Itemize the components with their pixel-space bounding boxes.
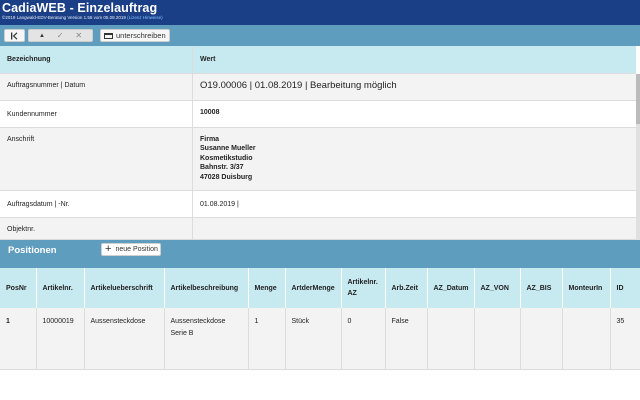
detail-row-address: Anschrift Firma Susanne Mueller Kosmetik… (0, 128, 636, 191)
address-value: Firma Susanne Mueller Kosmetikstudio Bah… (193, 128, 636, 190)
detail-row-object-number: Objektnr. (0, 218, 636, 240)
detail-label: Auftragsnummer | Datum (0, 74, 193, 100)
detail-label: Objektnr. (0, 218, 193, 239)
cell-id: 35 (610, 308, 640, 370)
col-artikelnr-az[interactable]: Artikelnr. AZ (341, 268, 386, 308)
version-info: ©2019 Langwald-EDV-Beratung Version 1.56… (2, 15, 163, 20)
cell-artikelnr: 10000019 (36, 308, 85, 370)
cell-monteurin (562, 308, 611, 370)
cell-artdermenge: Stück (285, 308, 342, 370)
sign-button[interactable]: unterschreiben (100, 29, 170, 42)
first-page-icon (11, 31, 18, 40)
app-title: CadiaWEB - Einzelauftrag (2, 1, 158, 15)
plus-icon: + (105, 243, 112, 255)
address-line: Kosmetikstudio (200, 154, 253, 162)
col-posnr[interactable]: PosNr (0, 268, 37, 308)
col-arbzeit[interactable]: Arb.Zeit (385, 268, 428, 308)
header-bezeichnung: Bezeichnung (0, 46, 193, 73)
toolbar: ▲ ✓ ✕ unterschreiben (0, 25, 640, 46)
new-position-button[interactable]: + neue Position (101, 243, 161, 256)
detail-row-order-date: Auftragsdatum | -Nr. 01.08.2019 | (0, 191, 636, 218)
details-header-row: Bezeichnung Wert (0, 46, 636, 74)
cell-menge: 1 (248, 308, 286, 370)
new-position-label: neue Position (115, 246, 158, 253)
card-icon (104, 32, 113, 39)
address-line: Firma (200, 136, 220, 143)
license-link[interactable]: (Lizenz Hinweise) (127, 15, 163, 20)
positions-header: Positionen + neue Position (0, 240, 640, 268)
col-id[interactable]: ID (610, 268, 640, 308)
detail-row-customer-number: Kundennummer 10008 (0, 101, 636, 128)
col-az-bis[interactable]: AZ_BIS (520, 268, 563, 308)
address-line: 47028 Duisburg (200, 173, 253, 181)
address-line: Bahnstr. 3/37 (200, 164, 244, 172)
scrollbar-thumb[interactable] (636, 74, 640, 124)
col-artdermenge[interactable]: ArtderMenge (285, 268, 342, 308)
sort-up-icon[interactable]: ▲ (39, 33, 45, 39)
cell-az-datum (427, 308, 475, 370)
version-text: ©2019 Langwald-EDV-Beratung Version 1.56… (2, 15, 126, 20)
cell-artikelueberschrift: Aussensteckdose (84, 308, 165, 370)
cell-arbzeit: False (385, 308, 428, 370)
col-menge[interactable]: Menge (248, 268, 286, 308)
positions-header-row: PosNr Artikelnr. Artikelueberschrift Art… (0, 268, 640, 308)
positions-table: PosNr Artikelnr. Artikelueberschrift Art… (0, 268, 640, 400)
col-artikelueberschrift[interactable]: Artikelueberschrift (84, 268, 165, 308)
detail-label: Auftragsdatum | -Nr. (0, 191, 193, 217)
col-az-von[interactable]: AZ_VON (474, 268, 521, 308)
edit-button-group: ▲ ✓ ✕ (28, 29, 93, 42)
col-az-datum[interactable]: AZ_Datum (427, 268, 475, 308)
detail-label: Kundennummer (0, 101, 193, 127)
order-date-value: 01.08.2019 | (200, 201, 239, 208)
cell-artikelbeschreibung: Aussensteckdose Serie B (164, 308, 249, 370)
cell-posnr: 1 (0, 308, 37, 370)
cell-az-von (474, 308, 521, 370)
first-record-button[interactable] (4, 29, 25, 42)
col-monteurin[interactable]: MonteurIn (562, 268, 611, 308)
close-icon[interactable]: ✕ (75, 31, 82, 40)
detail-label: Anschrift (0, 128, 193, 190)
check-icon[interactable]: ✓ (57, 31, 64, 40)
positions-title: Positionen (8, 245, 57, 256)
cell-artikelnr-az: 0 (341, 308, 386, 370)
address-line: Susanne Mueller (200, 145, 256, 153)
empty-cell (0, 369, 640, 400)
order-details-grid: Bezeichnung Wert Auftragsnummer | Datum … (0, 46, 636, 240)
title-bar: CadiaWEB - Einzelauftrag ©2019 Langwald-… (0, 0, 640, 25)
empty-row (0, 369, 640, 400)
order-number-value: O19.00006 | 01.08.2019 | Bearbeitung mög… (200, 80, 397, 91)
col-artikelnr[interactable]: Artikelnr. (36, 268, 85, 308)
customer-number-value: 10008 (200, 109, 220, 116)
object-number-value (193, 218, 636, 239)
cell-az-bis (520, 308, 563, 370)
sign-label: unterschreiben (116, 31, 166, 40)
table-row[interactable]: 1 10000019 Aussensteckdose Aussensteckdo… (0, 308, 640, 370)
col-artikelbeschreibung[interactable]: Artikelbeschreibung (164, 268, 249, 308)
detail-row-order-number: Auftragsnummer | Datum O19.00006 | 01.08… (0, 74, 636, 101)
header-wert: Wert (200, 56, 216, 63)
details-scrollbar[interactable] (636, 74, 640, 240)
